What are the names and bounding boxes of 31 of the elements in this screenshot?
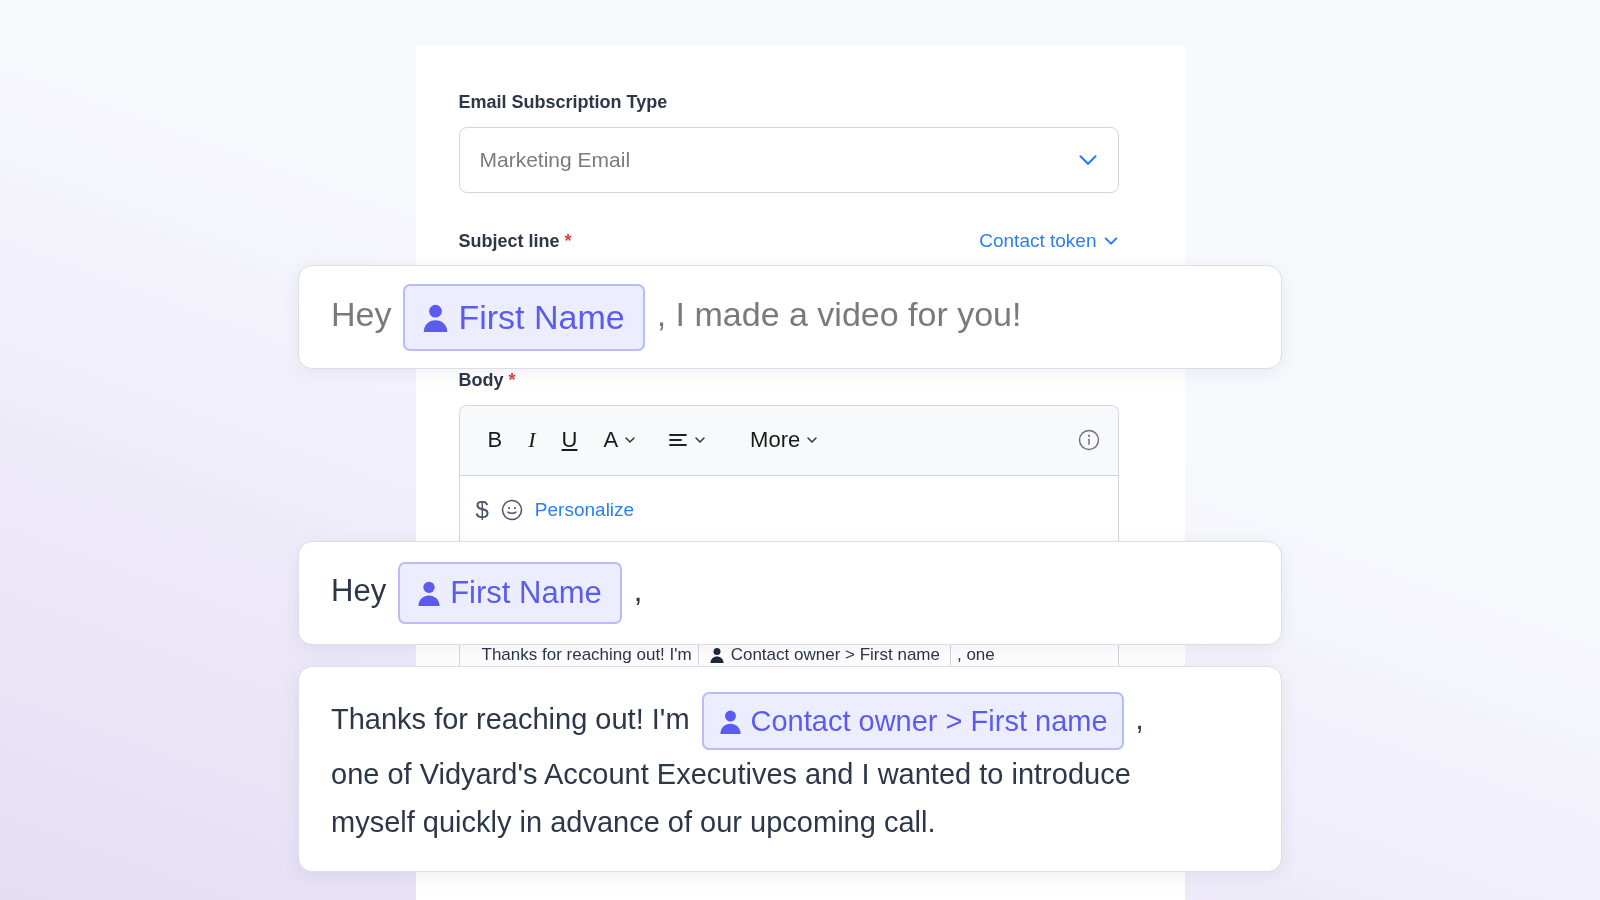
preview-text: Hey [331, 295, 392, 333]
preview-text: Thanks for reaching out! I'm [331, 702, 690, 735]
body-text: Thanks for reaching out! I'm [481, 644, 692, 665]
smiley-icon[interactable] [500, 498, 523, 521]
preview-text: , [633, 573, 643, 609]
bold-button[interactable]: B [477, 425, 513, 456]
preview-text: Hey [331, 573, 387, 609]
required-mark: * [564, 231, 572, 252]
person-icon [717, 708, 743, 734]
personalize-link[interactable]: Personalize [534, 495, 635, 525]
person-icon [708, 646, 725, 663]
italic-button[interactable]: I [518, 425, 546, 456]
preview-text: , [1135, 702, 1144, 735]
field-label: Email Subscription Type [458, 91, 669, 114]
more-dropdown[interactable]: More [740, 425, 829, 456]
token-text: Contact owner > First name [750, 704, 1108, 739]
font-color-dropdown[interactable]: A [593, 425, 647, 456]
token-text: First Name [450, 573, 602, 612]
info-icon[interactable] [1077, 429, 1100, 452]
underline-button[interactable]: U [551, 425, 588, 456]
body-text: , one [956, 644, 995, 665]
subscription-select[interactable]: Marketing Email [458, 127, 1119, 193]
field-label: Body * [458, 368, 517, 392]
token-text: First Name [458, 296, 625, 338]
required-mark: * [508, 369, 516, 390]
preview-text: , I made a video for you! [656, 295, 1022, 333]
token-text: Contact owner > First name [730, 644, 940, 665]
contact-token-dropdown[interactable]: Contact token [979, 227, 1119, 256]
dollar-sign: $ [475, 494, 489, 525]
preview-text: one of Vidyard's Account Executives and I wanted to introduce myself quickly in advance of our upcoming call. [331, 757, 1132, 840]
field-label: Subject line * [458, 230, 572, 254]
